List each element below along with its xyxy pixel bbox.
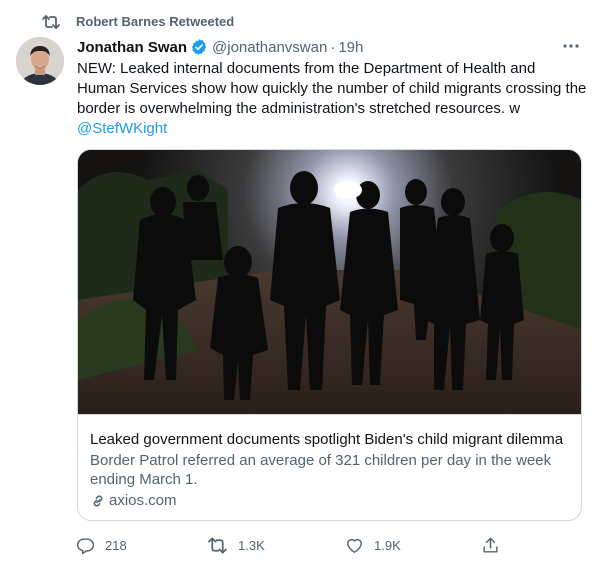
share-button[interactable] (481, 534, 500, 556)
like-button[interactable]: 1.9K (345, 534, 401, 556)
tweet-timestamp[interactable]: 19h (338, 39, 363, 56)
heart-icon (347, 538, 362, 553)
retweet-icon (42, 15, 60, 29)
reply-count: 218 (105, 537, 127, 553)
card-domain[interactable]: axios.com (90, 492, 177, 509)
share-icon (483, 537, 498, 553)
retweet-button[interactable]: 1.3K (207, 534, 265, 556)
retweet-action-icon (208, 537, 227, 553)
tweet[interactable]: Robert Barnes Retweeted Jonathan Swan @j… (0, 0, 598, 566)
reply-button[interactable]: 218 (76, 534, 127, 556)
card-photo (78, 150, 581, 414)
like-count: 1.9K (374, 537, 401, 553)
avatar[interactable] (16, 37, 64, 85)
tweet-actions: 218 1.3K 1.9K (0, 534, 598, 556)
card-domain-label[interactable]: axios.com (109, 492, 177, 509)
avatar-image (16, 37, 64, 85)
tweet-header: Jonathan Swan @jonathanvswan · 19h (77, 37, 363, 57)
reply-icon (76, 537, 95, 554)
author-name[interactable]: Jonathan Swan (77, 39, 187, 56)
card-description: Border Patrol referred an average of 321… (90, 452, 552, 488)
retweet-count: 1.3K (238, 537, 265, 553)
link-card[interactable]: Leaked government documents spotlight Bi… (77, 149, 582, 521)
header-separator: · (330, 38, 336, 56)
link-icon (93, 494, 103, 507)
retweet-context-label[interactable]: Robert Barnes Retweeted (76, 14, 234, 29)
card-title[interactable]: Leaked government documents spotlight Bi… (90, 430, 575, 450)
tweet-text: NEW: Leaked internal documents from the … (77, 59, 587, 139)
mention-link[interactable]: @StefWKight (77, 120, 167, 137)
tweet-body: NEW: Leaked internal documents from the … (77, 60, 587, 117)
more-options-button[interactable] (560, 36, 582, 56)
more-dots-icon (563, 44, 579, 48)
author-handle[interactable]: @jonathanvswan (212, 39, 327, 56)
verified-badge-icon (191, 39, 207, 55)
card-meta: Leaked government documents spotlight Bi… (78, 414, 581, 520)
